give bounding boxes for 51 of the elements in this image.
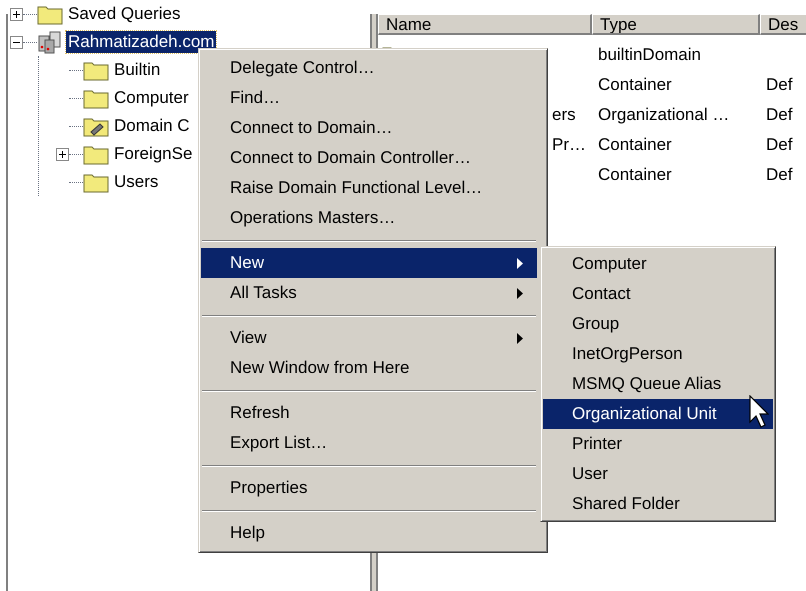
menu-item[interactable]: New Window from Here	[201, 353, 537, 383]
column-header[interactable]: Des	[760, 14, 806, 35]
menu-item[interactable]: Organizational Unit	[543, 399, 773, 429]
menu-item[interactable]: Connect to Domain…	[201, 113, 537, 143]
column-header[interactable]: Name	[378, 14, 592, 35]
table-cell: Container	[598, 75, 672, 94]
menu-item[interactable]: InetOrgPerson	[543, 339, 773, 369]
table-cell: Container	[598, 165, 672, 184]
table-cell: Def	[766, 105, 792, 124]
table-cell: Def	[766, 75, 792, 94]
table-cell: Def	[766, 165, 792, 184]
menu-item[interactable]: Computer	[543, 249, 773, 279]
table-cell-text: Pr…	[552, 134, 586, 156]
menu-item[interactable]: Properties	[201, 473, 537, 503]
menu-item[interactable]: User	[543, 459, 773, 489]
menu-item[interactable]: Printer	[543, 429, 773, 459]
menu-item[interactable]: Operations Masters…	[201, 203, 537, 233]
menu-item[interactable]: Shared Folder	[543, 489, 773, 519]
menu-item[interactable]: Contact	[543, 279, 773, 309]
menu-item[interactable]: New	[201, 248, 537, 278]
server-icon	[37, 30, 63, 54]
expand-icon[interactable]	[56, 148, 69, 160]
menu-item[interactable]: Export List…	[201, 428, 537, 458]
tree-item[interactable]: Rahmatizadeh.com	[66, 31, 216, 53]
menu-item[interactable]: MSMQ Queue Alias	[543, 369, 773, 399]
table-cell-text: ers	[552, 104, 576, 126]
tree-item[interactable]: Builtin	[112, 59, 162, 81]
table-cell: Container	[598, 135, 672, 154]
menu-item[interactable]: Find…	[201, 83, 537, 113]
expand-icon[interactable]	[10, 8, 23, 20]
menu-item[interactable]: Raise Domain Functional Level…	[201, 173, 537, 203]
table-cell: builtinDomain	[598, 45, 701, 64]
mouse-cursor-icon	[749, 395, 769, 429]
submenu-arrow-icon	[517, 288, 523, 298]
tree-item[interactable]: Users	[112, 171, 160, 193]
table-cell: Def	[766, 135, 792, 154]
menu-item[interactable]: All Tasks	[201, 278, 537, 308]
collapse-icon[interactable]	[10, 36, 23, 48]
tree-item[interactable]: ForeignSe	[112, 143, 194, 165]
menu-item[interactable]: Connect to Domain Controller…	[201, 143, 537, 173]
tree-item[interactable]: Domain C	[112, 115, 192, 137]
menu-item[interactable]: View	[201, 323, 537, 353]
tree-item[interactable]: Saved Queries	[66, 3, 182, 25]
menu-item[interactable]: Group	[543, 309, 773, 339]
tree-item[interactable]: Computer	[112, 87, 191, 109]
menu-item[interactable]: Help	[201, 518, 537, 548]
menu-item[interactable]: Delegate Control…	[201, 53, 537, 83]
submenu-arrow-icon	[517, 258, 523, 268]
submenu-arrow-icon	[517, 332, 523, 344]
table-cell: Organizational …	[598, 105, 730, 124]
menu-item[interactable]: Refresh	[201, 398, 537, 428]
